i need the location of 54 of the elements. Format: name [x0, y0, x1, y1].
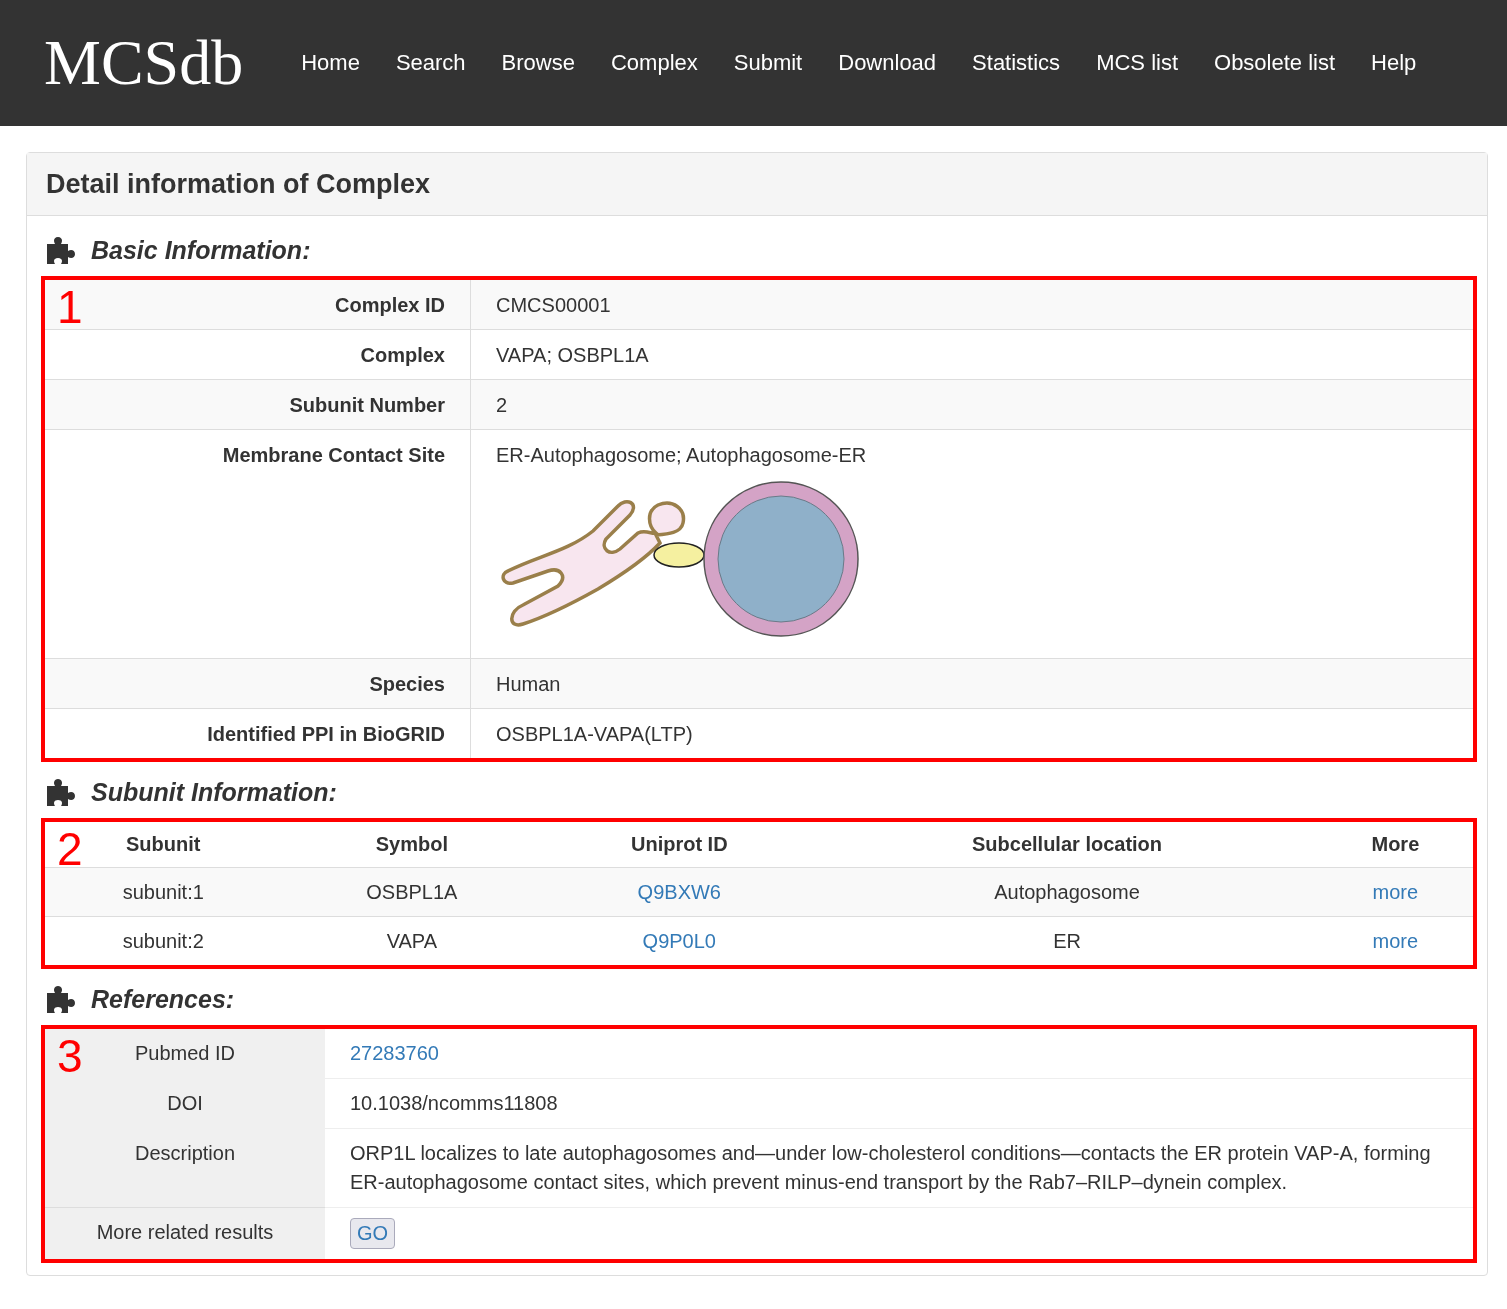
table-link[interactable]: more	[1372, 881, 1419, 903]
field-value: OSBPL1A-VAPA(LTP)	[496, 723, 693, 745]
column-header: Symbol	[375, 833, 448, 855]
column-header: More	[1371, 833, 1420, 855]
field-label: Complex	[45, 329, 471, 380]
go-button[interactable]: GO	[350, 1218, 396, 1249]
annotation-number: 3	[57, 1033, 83, 1079]
annotation-number: 2	[57, 826, 83, 872]
nav-link[interactable]: Obsolete list	[1196, 40, 1354, 86]
column-header: Subcellular location	[972, 833, 1163, 855]
field-value: ORP1L localizes to late autophagosomes and—under low-cholesterol conditions—contacts the ER protein VAP-A, forming ER-autophagosome contact sites, which prevent minus-end transport by the Rab7–RILP–dynein complex.	[350, 1142, 1431, 1193]
nav-link[interactable]: Home	[283, 40, 378, 86]
table-cell: subunit:2	[122, 930, 204, 952]
table-cell: Autophagosome	[994, 881, 1140, 903]
nav-link[interactable]: Search	[377, 40, 484, 86]
field-value: ER-Autophagosome; Autophagosome-ER	[496, 443, 868, 467]
section-heading: References:	[91, 984, 235, 1014]
table-cell: OSBPL1A	[366, 881, 458, 903]
nav-link[interactable]: Browse	[483, 40, 593, 86]
nav-link[interactable]: Help	[1353, 40, 1435, 86]
column-header: Subunit	[126, 833, 201, 855]
field-label: Identified PPI in BioGRID	[45, 708, 471, 758]
nav-link[interactable]: Download	[820, 40, 955, 86]
site-logo[interactable]: MCSdb	[44, 31, 244, 95]
table-cell: subunit:1	[122, 881, 204, 903]
puzzle-icon	[45, 776, 77, 808]
table-cell: ER	[1053, 930, 1081, 952]
field-label: Membrane Contact Site	[45, 429, 471, 659]
field-label: Description	[45, 1128, 325, 1208]
pubmed-link[interactable]: 27283760	[350, 1042, 439, 1064]
field-label: Subunit Number	[45, 379, 471, 430]
field-value: VAPA; OSBPL1A	[496, 344, 649, 366]
section-heading: Subunit Information:	[91, 777, 337, 807]
field-label: DOI	[45, 1078, 325, 1129]
field-label: More related results	[45, 1207, 325, 1259]
nav-link[interactable]: Complex	[592, 40, 716, 86]
field-value: Human	[496, 673, 561, 695]
puzzle-icon	[45, 983, 77, 1015]
section-heading: Basic Information:	[91, 235, 311, 265]
field-value: 2	[496, 394, 508, 416]
nav-link[interactable]: Statistics	[954, 40, 1079, 86]
panel-title: Detail information of Complex	[27, 153, 1487, 216]
table-link[interactable]: Q9P0L0	[642, 930, 716, 952]
field-value: CMCS00001	[496, 294, 611, 316]
field-label: Species	[45, 658, 471, 709]
nav-link[interactable]: Submit	[715, 40, 821, 86]
table-link[interactable]: more	[1372, 930, 1419, 952]
puzzle-icon	[45, 234, 77, 266]
table-link[interactable]: Q9BXW6	[637, 881, 721, 903]
annotation-number: 1	[57, 284, 83, 330]
table-cell: VAPA	[386, 930, 438, 952]
nav-link[interactable]: MCS list	[1078, 40, 1196, 86]
field-value: 10.1038/ncomms11808	[350, 1092, 558, 1114]
column-header: Uniprot ID	[630, 833, 728, 855]
